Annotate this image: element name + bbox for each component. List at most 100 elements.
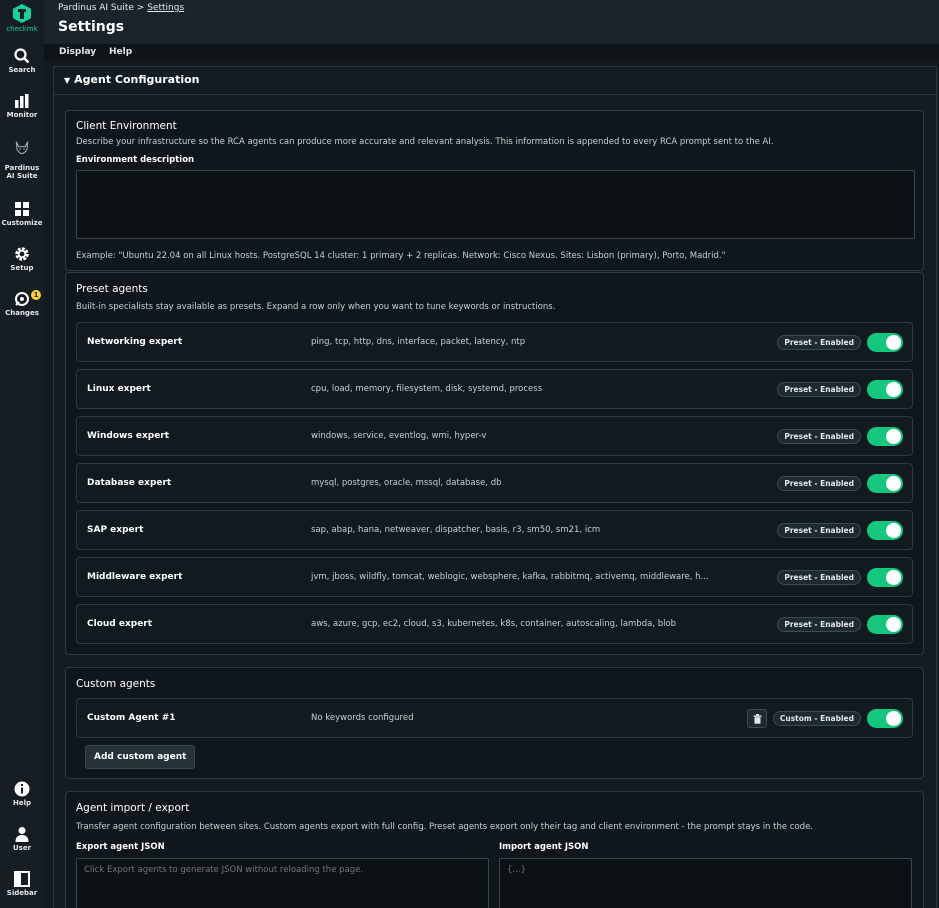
agent-row-custom-1[interactable]: Custom Agent #1 No keywords configured C…: [76, 698, 913, 738]
toggle-knob: [886, 570, 901, 585]
nav-customize-label: Customize: [1, 219, 43, 227]
agent-row-cloud[interactable]: Cloud expert aws, azure, gcp, ec2, cloud…: [76, 604, 913, 644]
breadcrumb-separator: >: [136, 3, 145, 13]
nav-help-label: Help: [12, 799, 32, 807]
nav-sidebar-label: Sidebar: [6, 889, 38, 897]
agent-name: Database expert: [87, 478, 172, 488]
agent-keywords: aws, azure, gcp, ec2, cloud, s3, kuberne…: [311, 619, 677, 629]
agent-enabled-toggle[interactable]: [867, 427, 903, 446]
agent-import-export-card: Agent import / export Transfer agent con…: [65, 791, 924, 908]
collapse-triangle-icon: ▼: [64, 76, 71, 85]
bar-chart-icon: [15, 94, 29, 108]
gear-icon: [15, 247, 29, 261]
agent-name: Middleware expert: [87, 572, 183, 582]
section-divider: [54, 94, 936, 95]
toggle-knob: [886, 617, 901, 632]
agent-name: Linux expert: [87, 384, 151, 394]
nav-help[interactable]: Help: [0, 780, 44, 807]
nav-changes-label: Changes: [5, 309, 39, 317]
preset-agents-card: Preset agents Built-in specialists stay …: [65, 272, 924, 655]
agent-row-middleware[interactable]: Middleware expert jvm, jboss, wildfly, t…: [76, 557, 913, 597]
toggle-knob: [886, 711, 901, 726]
agent-enabled-toggle[interactable]: [867, 568, 903, 587]
add-custom-agent-button[interactable]: Add custom agent: [85, 745, 196, 769]
custom-agents-card: Custom agents Custom Agent #1 No keyword…: [65, 667, 924, 779]
agent-status-badge: Custom - Enabled: [772, 711, 861, 726]
export-agent-json-label: Export agent JSON: [76, 842, 165, 852]
environment-description-input[interactable]: [76, 170, 915, 239]
nav-user-label: User: [12, 844, 32, 852]
agent-status-badge: Preset - Enabled: [777, 476, 861, 491]
export-agent-json-textarea[interactable]: [76, 858, 489, 908]
menu-help[interactable]: Help: [109, 47, 132, 57]
import-export-description: Transfer agent configuration between sit…: [76, 822, 814, 832]
nav-changes[interactable]: 1 Changes: [0, 290, 44, 317]
breadcrumb-current[interactable]: Settings: [147, 3, 184, 13]
preset-agents-title: Preset agents: [76, 283, 148, 295]
changes-badge: 1: [31, 290, 41, 300]
agent-enabled-toggle[interactable]: [867, 521, 903, 540]
nav-monitor[interactable]: Monitor: [0, 92, 44, 119]
agent-configuration-header[interactable]: ▼ Agent Configuration: [64, 73, 200, 86]
nav-monitor-label: Monitor: [6, 111, 38, 119]
agent-keywords: windows, service, eventlog, wmi, hyper-v: [311, 431, 487, 441]
breadcrumb-root[interactable]: Pardinus AI Suite: [58, 3, 134, 13]
agent-enabled-toggle[interactable]: [867, 615, 903, 634]
import-agent-json-textarea[interactable]: [499, 858, 912, 908]
agent-row-networking[interactable]: Networking expert ping, tcp, http, dns, …: [76, 322, 913, 362]
agent-name: Custom Agent #1: [87, 713, 176, 723]
lynx-icon: [15, 141, 29, 155]
environment-example: Example: "Ubuntu 22.04 on all Linux host…: [76, 251, 726, 261]
agent-keywords: mysql, postgres, oracle, mssql, database…: [311, 478, 502, 488]
nav-search[interactable]: Search: [0, 47, 44, 74]
main-content: ▼ Agent Configuration Client Environment …: [53, 66, 937, 908]
user-icon: [15, 827, 29, 842]
agent-status-badge: Preset - Enabled: [777, 617, 861, 632]
agent-enabled-toggle[interactable]: [867, 709, 903, 728]
page-title: Settings: [58, 19, 125, 35]
agent-row-database[interactable]: Database expert mysql, postgres, oracle,…: [76, 463, 913, 503]
nav-setup[interactable]: Setup: [0, 245, 44, 272]
agent-row-windows[interactable]: Windows expert windows, service, eventlo…: [76, 416, 913, 456]
changes-icon: [15, 292, 29, 306]
agent-status-badge: Preset - Enabled: [777, 382, 861, 397]
agent-enabled-toggle[interactable]: [867, 380, 903, 399]
logo-text: checkmk: [6, 25, 38, 33]
info-icon: [14, 781, 30, 797]
agent-keywords: cpu, load, memory, filesystem, disk, sys…: [311, 384, 543, 394]
page-header: Pardinus AI Suite > Settings Settings: [44, 0, 939, 44]
nav-pardinus-label-line2: AI Suite: [6, 172, 38, 180]
nav-sidebar[interactable]: Sidebar: [0, 870, 44, 897]
client-environment-title: Client Environment: [76, 120, 177, 132]
menu-bar: Display Help: [44, 44, 939, 61]
agent-status-badge: Preset - Enabled: [777, 335, 861, 350]
agent-keywords: jvm, jboss, wildfly, tomcat, weblogic, w…: [311, 572, 709, 582]
search-icon: [14, 48, 30, 64]
agent-keywords: sap, abap, hana, netweaver, dispatcher, …: [311, 525, 601, 535]
client-environment-card: Client Environment Describe your infrast…: [65, 110, 924, 271]
delete-agent-button[interactable]: [747, 709, 767, 728]
breadcrumb: Pardinus AI Suite > Settings: [58, 3, 184, 13]
nav-customize[interactable]: Customize: [0, 200, 44, 227]
import-agent-json-label: Import agent JSON: [499, 842, 589, 852]
agent-enabled-toggle[interactable]: [867, 474, 903, 493]
client-environment-description: Describe your infrastructure so the RCA …: [76, 137, 774, 147]
agent-keywords: ping, tcp, http, dns, interface, packet,…: [311, 337, 526, 347]
nav-pardinus[interactable]: Pardinus AI Suite: [0, 140, 44, 180]
sidebar: checkmk Search Monitor Pardinus AI Suite…: [0, 0, 44, 908]
agent-status-badge: Preset - Enabled: [777, 429, 861, 444]
preset-agents-description: Built-in specialists stay available as p…: [76, 302, 556, 312]
agent-status-badge: Preset - Enabled: [777, 570, 861, 585]
agent-row-sap[interactable]: SAP expert sap, abap, hana, netweaver, d…: [76, 510, 913, 550]
agent-row-linux[interactable]: Linux expert cpu, load, memory, filesyst…: [76, 369, 913, 409]
agent-configuration-title: Agent Configuration: [74, 73, 200, 86]
nav-user[interactable]: User: [0, 825, 44, 852]
agent-status-badge: Preset - Enabled: [777, 523, 861, 538]
agent-enabled-toggle[interactable]: [867, 333, 903, 352]
menu-display[interactable]: Display: [59, 47, 96, 57]
checkmk-logo[interactable]: checkmk: [0, 2, 44, 42]
agent-name: Windows expert: [87, 431, 170, 441]
toggle-knob: [886, 429, 901, 444]
agent-keywords: No keywords configured: [311, 713, 414, 723]
toggle-knob: [886, 382, 901, 397]
